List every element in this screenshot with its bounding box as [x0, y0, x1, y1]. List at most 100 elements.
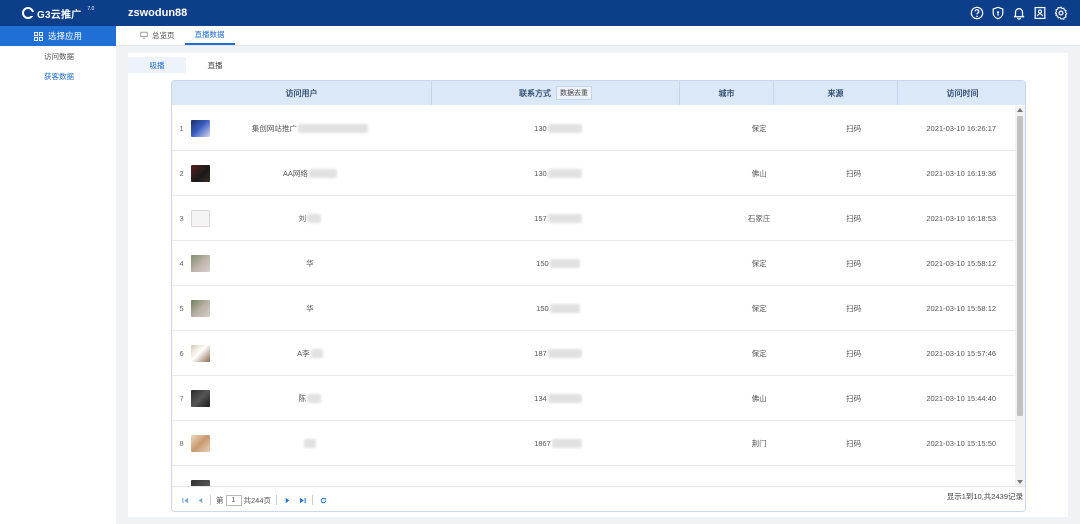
- scroll-thumb[interactable]: [1017, 116, 1023, 416]
- user-name-cell: AA网络: [222, 151, 397, 196]
- table-row[interactable]: 8 1867 荆门 扫码 2021-03-10 15:15:50: [172, 421, 1015, 466]
- table-row[interactable]: 6 A李 187 保定 扫码 2021-03-10 15:57:46: [172, 331, 1015, 376]
- avatar-cell: [191, 421, 222, 466]
- page-prefix: 第: [216, 495, 224, 505]
- phone-cell: 150: [397, 241, 718, 286]
- app-logo[interactable]: G3云推广 7.0: [0, 0, 116, 26]
- sidebar-item-lead-data[interactable]: 获客数据: [0, 66, 116, 86]
- masked-text: [547, 393, 582, 403]
- masked-text: [547, 123, 582, 133]
- table-row[interactable]: 7 陈 134 佛山 扫码 2021-03-10 15:44:40: [172, 376, 1015, 421]
- account-name: zswodun88: [128, 7, 188, 19]
- logo-text: G3云推广: [37, 9, 82, 21]
- city-cell: 保定: [751, 303, 767, 313]
- visit-time-cell: [907, 466, 1015, 487]
- subtab-live[interactable]: 直播: [186, 57, 244, 73]
- masked-text: [308, 168, 337, 178]
- user-name-cell: 刘: [222, 196, 397, 241]
- city-cell: 保定: [751, 258, 767, 268]
- user-name: 华: [306, 303, 314, 313]
- source-cell: 扫码: [846, 213, 862, 223]
- avatar-cell: [191, 466, 222, 486]
- masked-text: [307, 213, 322, 223]
- table-row[interactable]: 5 华 150 保定 扫码 2021-03-10 15:58:12: [172, 286, 1015, 331]
- phone-cell: 130: [397, 106, 718, 151]
- bell-icon[interactable]: [1011, 5, 1026, 20]
- visit-time-cell: 2021-03-10 16:18:53: [926, 213, 997, 223]
- avatar-cell: [191, 241, 222, 286]
- dedupe-button[interactable]: 数据去重: [556, 86, 592, 100]
- first-page-icon[interactable]: [180, 495, 190, 505]
- tab-overview[interactable]: 总览页: [116, 25, 185, 45]
- user-name: 华: [306, 258, 314, 268]
- table-row[interactable]: 2 AA网络 130 佛山 扫码 2021-03-10 16:19:36: [172, 151, 1015, 196]
- visit-time-cell: 2021-03-10 15:44:40: [926, 393, 997, 403]
- table-row[interactable]: [172, 466, 1015, 486]
- visit-time-cell: 2021-03-10 16:19:36: [926, 168, 997, 178]
- sidebar-item-visit-data[interactable]: 访问数据: [0, 46, 116, 66]
- row-number: 3: [179, 213, 184, 223]
- table-row[interactable]: 3 刘 157 石家庄 扫码 2021-03-10 16:18:53: [172, 196, 1015, 241]
- user-name-cell: 集创网站推广: [222, 106, 397, 151]
- masked-text: [307, 393, 322, 403]
- column-header-time[interactable]: 访问时间: [898, 81, 1025, 105]
- page-tab-bar: 总览页 直播数据: [116, 26, 1080, 46]
- page-number-input[interactable]: 1: [225, 494, 242, 506]
- city-cell: 佛山: [751, 393, 767, 403]
- scroll-down-icon[interactable]: [1017, 480, 1023, 484]
- phone-cell: 187: [397, 331, 718, 376]
- visit-time-cell: 2021-03-10 15:58:12: [926, 303, 997, 313]
- city-cell: 荆门: [751, 438, 767, 448]
- row-number: 1: [179, 123, 184, 133]
- select-app-button[interactable]: 选择应用: [0, 26, 116, 46]
- user-name-cell: 华: [222, 286, 397, 331]
- grid-icon: [34, 31, 43, 41]
- source-cell: 扫码: [846, 168, 862, 178]
- phone-number: 187: [534, 348, 547, 358]
- avatar: [191, 434, 211, 452]
- vertical-scrollbar[interactable]: [1015, 106, 1025, 486]
- user-name: AA网络: [282, 168, 308, 178]
- gear-icon[interactable]: [1053, 5, 1068, 20]
- sidebar: 选择应用 访问数据 获客数据: [0, 26, 116, 524]
- monitor-icon: [140, 31, 148, 39]
- phone-cell: 1867: [397, 421, 718, 466]
- last-page-icon[interactable]: [297, 495, 307, 505]
- table-row[interactable]: 1 集创网站推广 130 保定 扫码 2021-03-10 16:26:17: [172, 106, 1015, 151]
- logo-mark-icon: [22, 7, 34, 19]
- contacts-icon[interactable]: [1032, 5, 1047, 20]
- sub-tab-bar: 吸播 直播: [128, 57, 244, 73]
- row-number: 2: [179, 168, 184, 178]
- row-number: 6: [179, 348, 184, 358]
- user-name-cell: [222, 466, 397, 487]
- user-name-cell: A李: [222, 331, 397, 376]
- avatar: [191, 164, 211, 182]
- user-name: A李: [297, 348, 310, 358]
- shield-icon[interactable]: [990, 5, 1005, 20]
- row-number: [172, 466, 191, 487]
- masked-text: [547, 168, 582, 178]
- source-cell: 扫码: [846, 393, 862, 403]
- next-page-icon[interactable]: [282, 495, 292, 505]
- table-row[interactable]: 4 华 150 保定 扫码 2021-03-10 15:58:12: [172, 241, 1015, 286]
- subtab-xibo[interactable]: 吸播: [128, 57, 186, 73]
- column-header-source[interactable]: 来源: [774, 81, 898, 105]
- phone-number: 1867: [534, 438, 551, 448]
- prev-page-icon[interactable]: [195, 495, 205, 505]
- tab-live-data[interactable]: 直播数据: [184, 25, 235, 45]
- column-header-contact[interactable]: 联系方式 数据去重: [432, 81, 680, 105]
- tab-overview-label: 总览页: [152, 30, 175, 40]
- masked-text: [551, 438, 582, 448]
- column-header-city[interactable]: 城市: [680, 81, 774, 105]
- source-cell: 扫码: [846, 348, 862, 358]
- user-name-cell: 华: [222, 241, 397, 286]
- column-header-user[interactable]: 访问用户: [172, 81, 432, 105]
- avatar: [191, 389, 211, 407]
- scroll-up-icon[interactable]: [1017, 108, 1023, 112]
- avatar: [191, 209, 211, 227]
- refresh-icon[interactable]: [318, 495, 328, 505]
- tab-live-data-label: 直播数据: [194, 29, 225, 39]
- user-name: 陈: [298, 393, 307, 403]
- grid-body: 1 集创网站推广 130 保定 扫码 2021-03-10 16:26:17 2 AA网络 13…: [172, 106, 1015, 486]
- help-icon[interactable]: [969, 5, 984, 20]
